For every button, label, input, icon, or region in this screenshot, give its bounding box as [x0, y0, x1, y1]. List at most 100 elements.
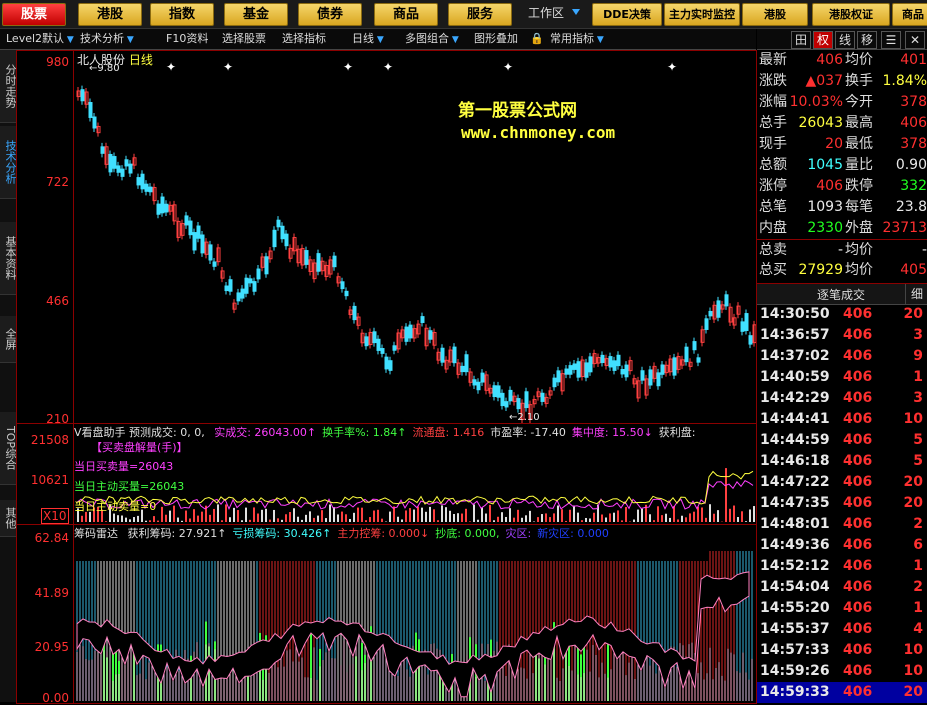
volume-bar: [209, 515, 211, 522]
volume-bar: [741, 511, 743, 522]
trade-row[interactable]: 14:36:574063: [757, 325, 927, 346]
main-force-monitor-button[interactable]: 主力实时监控: [664, 3, 740, 26]
volume-bar: [593, 513, 595, 522]
trade-row[interactable]: 14:59:3340620: [757, 682, 927, 703]
quote-label: 涨幅: [759, 92, 787, 113]
indicator-value: 新灾区: 0.000: [537, 527, 609, 540]
volume-header-label: V看盘助手 预测成交: 0, 0,: [74, 426, 205, 439]
trade-row[interactable]: 14:54:044062: [757, 577, 927, 598]
nav-stocks-button[interactable]: 股票: [2, 3, 66, 26]
workspace-dropdown-icon[interactable]: [572, 9, 580, 15]
hk-stocks-right-button[interactable]: 港股: [742, 3, 808, 26]
nav-fund-button[interactable]: 基金: [224, 3, 288, 26]
candle-body: [193, 233, 196, 250]
volume-bar: [161, 507, 163, 522]
volume-bar: [389, 512, 391, 522]
trade-row[interactable]: 14:59:2640610: [757, 661, 927, 682]
candle-body: [657, 373, 660, 386]
nav-service-button[interactable]: 服务: [448, 3, 512, 26]
toolbar-f10-data[interactable]: F10资料: [166, 31, 208, 47]
toolbar-select-indicator[interactable]: 选择指标: [282, 31, 326, 47]
y-axis-divider: [73, 525, 74, 703]
toolbar-select-stock[interactable]: 选择股票: [222, 31, 266, 47]
tab-fundamentals[interactable]: 基本资料: [0, 222, 16, 295]
lock-icon[interactable]: 🔒: [530, 31, 544, 47]
toolbar-technical-analysis[interactable]: 技术分析 ▼: [80, 31, 134, 47]
candlestick-chart[interactable]: ✦✦✦✦✦✦: [17, 51, 756, 423]
tab-other[interactable]: 其他: [0, 500, 16, 537]
move-button[interactable]: 移: [857, 31, 877, 49]
tab-intraday[interactable]: 分时走势: [0, 50, 16, 123]
trade-row[interactable]: 14:40:594061: [757, 367, 927, 388]
chip-radar-panel[interactable]: 62.84 41.89 20.95 0.00 筹码雷达 获利筹码: 27.921…: [16, 524, 757, 704]
volume-bar: [525, 515, 527, 522]
trade-row[interactable]: 14:47:2240620: [757, 472, 927, 493]
chip-radar-chart[interactable]: [17, 525, 756, 703]
quote-row: 总额1045量比0.90: [757, 155, 927, 176]
volume-panel[interactable]: 21508 10621 X10 V看盘助手 预测成交: 0, 0, 实成交: 2…: [16, 423, 757, 525]
trade-row[interactable]: 14:37:024069: [757, 346, 927, 367]
trade-row[interactable]: 14:57:3340610: [757, 640, 927, 661]
line-button[interactable]: 线: [835, 31, 855, 49]
nav-bond-button[interactable]: 债券: [298, 3, 362, 26]
tab-detail[interactable]: 细: [905, 284, 927, 304]
volume-bar: [133, 517, 135, 522]
volume-bar: [529, 511, 531, 522]
toolbar-overlay[interactable]: 图形叠加: [474, 31, 518, 47]
daily-active-sell-volume: 当日主动卖量=0: [74, 498, 156, 514]
trade-row[interactable]: 14:47:3540620: [757, 493, 927, 514]
quote-label: 均价: [845, 240, 873, 261]
tab-fullscreen[interactable]: 全屏: [0, 316, 16, 363]
trade-row[interactable]: 14:42:294063: [757, 388, 927, 409]
commodity-right-button[interactable]: 商品: [892, 3, 927, 26]
toolbar-multi-chart[interactable]: 多图组合 ▼: [405, 31, 459, 47]
grid-view-icon[interactable]: 田: [791, 31, 811, 49]
candle-body: [237, 293, 240, 301]
volume-bar: [521, 518, 523, 522]
workspace-label[interactable]: 工作区: [528, 3, 564, 24]
trade-row[interactable]: 14:48:014062: [757, 514, 927, 535]
tab-technical-analysis[interactable]: 技术分析: [0, 126, 16, 199]
candle-body: [553, 378, 556, 387]
volume-bar: [157, 521, 159, 522]
trade-row[interactable]: 14:52:124061: [757, 556, 927, 577]
candle-body: [509, 390, 512, 400]
toolbar-level2-default[interactable]: Level2默认 ▼: [6, 31, 74, 47]
y-tick-722: 722: [17, 175, 69, 189]
menu-icon[interactable]: ☰: [881, 31, 901, 49]
toolbar-period-daily[interactable]: 日线 ▼: [352, 31, 384, 47]
quote-value: -: [875, 240, 927, 261]
rights-adjust-button[interactable]: 权: [813, 31, 833, 49]
volume-bar: [609, 513, 611, 522]
hk-warrants-button[interactable]: 港股权证: [812, 3, 890, 26]
trade-row[interactable]: 14:46:184065: [757, 451, 927, 472]
toolbar-common-indicators[interactable]: 常用指标 ▼: [550, 31, 604, 47]
candle-body: [137, 178, 140, 185]
candle-body: [749, 336, 752, 344]
trade-row[interactable]: 14:30:5040620: [757, 304, 927, 325]
nav-index-button[interactable]: 指数: [150, 3, 214, 26]
nav-commodity-button[interactable]: 商品: [374, 3, 438, 26]
volume-bar: [181, 521, 183, 522]
trade-row[interactable]: 14:44:594065: [757, 430, 927, 451]
volume-bar: [557, 506, 559, 522]
nav-hk-stocks-button[interactable]: 港股: [78, 3, 142, 26]
candle-body: [569, 366, 572, 375]
candle-body: [113, 157, 116, 169]
trade-time: 14:48:01: [760, 514, 830, 535]
trade-row[interactable]: 14:44:4140610: [757, 409, 927, 430]
trade-row[interactable]: 14:55:374064: [757, 619, 927, 640]
trade-row[interactable]: 14:55:204061: [757, 598, 927, 619]
trade-price: 406: [843, 535, 872, 556]
close-icon[interactable]: ✕: [905, 31, 925, 49]
volume-bar: [605, 518, 607, 522]
candle-body: [241, 289, 244, 298]
candle-body: [277, 220, 280, 227]
tab-top-overview[interactable]: TOP综合: [0, 412, 16, 485]
price-chart-panel[interactable]: ✦✦✦✦✦✦ 980 722 466 210 北人股份 日线 第一股票公式网 w…: [16, 50, 757, 424]
candle-body: [201, 235, 204, 253]
trade-row[interactable]: 14:49:364066: [757, 535, 927, 556]
dde-decision-button[interactable]: DDE决策: [592, 3, 662, 26]
volume-bar: [197, 516, 199, 522]
candle-body: [121, 169, 124, 176]
